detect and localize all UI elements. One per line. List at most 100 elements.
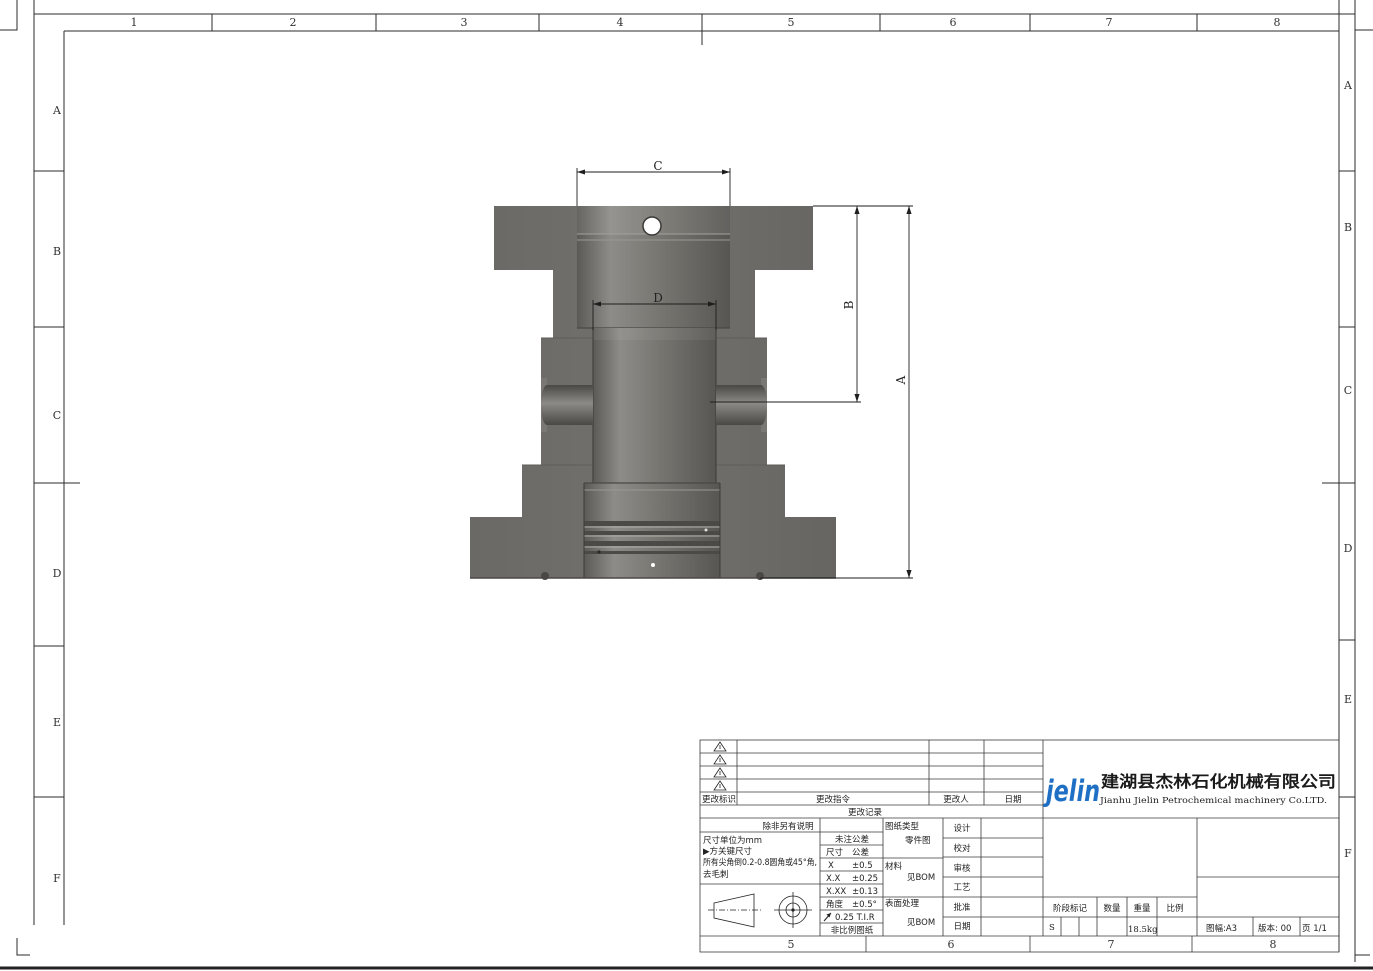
zone-label: 4 <box>617 16 624 29</box>
sheet-format: 图幅:A3 <box>1206 923 1237 934</box>
tolerance-table: 未注公差 尺寸 公差 X ±0.5 X.X ±0.25 X.XX ±0.13 角… <box>826 834 878 936</box>
approval-check: 校对 <box>953 843 971 854</box>
zone-label: 5 <box>788 938 795 951</box>
bottom-notch <box>756 572 764 580</box>
revision-header: 更改标识 更改指令 更改人 日期 更改记录 <box>702 794 1022 818</box>
zone-label: 7 <box>1106 16 1113 29</box>
zone-labels-top: 1 2 3 4 5 6 7 8 <box>131 16 1281 29</box>
revision-triangle-icon <box>713 767 727 778</box>
detail-dot <box>704 528 708 532</box>
zone-label: B <box>53 245 61 258</box>
rev-header-mark: 更改标识 <box>702 794 736 805</box>
weight-label: 重量 <box>1133 903 1151 914</box>
zone-label: 2 <box>290 16 297 29</box>
scale-label: 比例 <box>1166 903 1183 914</box>
zone-labels-right: A B C D E F <box>1343 79 1353 860</box>
tolerance-header: 未注公差 <box>835 834 869 845</box>
note-line: 尺寸单位为mm <box>703 835 762 846</box>
runout-arrow-icon <box>823 912 832 922</box>
drawing-type-label: 图纸类型 <box>885 821 920 832</box>
rev-header-instruction: 更改指令 <box>816 794 851 805</box>
tolerance-value: ±0.25 <box>852 874 878 884</box>
qty-label: 数量 <box>1103 903 1121 914</box>
lower-bore <box>593 328 716 483</box>
surface-value: 见BOM <box>907 918 935 928</box>
general-notes: 尺寸单位为mm ▶方关键尺寸 所有尖角倒0.2-0.8圆角或45°角, 去毛刺 <box>703 835 817 880</box>
side-port-left <box>541 385 593 425</box>
part-view <box>470 206 836 580</box>
approval-process: 工艺 <box>953 883 970 893</box>
company-name-cn: 建湖县杰林石化机械有限公司 <box>1101 772 1336 791</box>
company-logo: jelin <box>1043 774 1100 808</box>
tolerance-value: ±0.5° <box>852 900 877 910</box>
notes-header: 除非另有说明 <box>762 821 813 832</box>
material-value: 见BOM <box>907 873 935 883</box>
zone-label: F <box>1344 847 1352 860</box>
zone-labels-bottom: 5 6 7 8 <box>788 938 1277 951</box>
sheet-page: 页 1/1 <box>1302 924 1327 934</box>
zone-label: E <box>53 716 61 729</box>
not-to-scale: 非比例图纸 <box>831 925 874 936</box>
projection-symbol-icon <box>708 892 812 928</box>
tolerance-size: 角度 <box>826 899 844 910</box>
tolerance-size: X.X <box>826 874 841 884</box>
surface-label: 表面处理 <box>885 898 920 909</box>
rev-record-title: 更改记录 <box>848 807 883 818</box>
zone-labels-left: A B C D E F <box>52 104 62 885</box>
bore-band <box>593 328 716 340</box>
stage-label: 阶段标记 <box>1053 903 1088 914</box>
zone-label: E <box>1344 693 1352 706</box>
approval-design: 设计 <box>953 823 971 834</box>
dimension-label-a: A <box>894 375 908 385</box>
zone-label: A <box>52 104 62 117</box>
company-name-en: Jianhu Jielin Petrochemical machinery Co… <box>1099 796 1327 806</box>
zone-label: D <box>1344 542 1353 555</box>
logo-text: jelin <box>1043 774 1100 808</box>
detail-dot <box>651 563 655 567</box>
tolerance-value: ±0.5 <box>852 861 873 871</box>
rev-header-person: 更改人 <box>943 794 969 805</box>
note-line: 所有尖角倒0.2-0.8圆角或45°角, <box>703 857 817 868</box>
approval-review: 审核 <box>953 863 971 874</box>
sheet-version: 版本: 00 <box>1258 923 1291 934</box>
zone-label: 6 <box>950 16 957 29</box>
drawing-sheet: 1 2 3 4 5 6 7 8 A B C D E F A B C D E F <box>0 0 1373 970</box>
dimension-label-d: D <box>653 291 663 305</box>
note-line: 去毛刺 <box>703 869 729 880</box>
weight-value: 18.5kg <box>1128 925 1158 935</box>
dimension-label-b: B <box>842 300 856 309</box>
zone-label: 8 <box>1270 938 1277 951</box>
dimension-c: C <box>576 159 731 206</box>
sheet-info: 阶段标记 数量 重量 比例 S 18.5kg 图幅:A3 版本: 00 页 1/… <box>1049 903 1327 935</box>
material-label: 材料 <box>885 861 903 872</box>
zone-label: A <box>1343 79 1353 92</box>
zone-label: C <box>1344 384 1352 397</box>
tolerance-col-size: 尺寸 <box>826 847 844 858</box>
tolerance-value: ±0.13 <box>852 887 878 897</box>
tolerance-col-tol: 公差 <box>852 847 869 858</box>
zone-label: 3 <box>461 16 468 29</box>
approval-approve: 批准 <box>953 902 971 913</box>
approval-date: 日期 <box>953 922 970 932</box>
approval-column: 设计 校对 审核 工艺 批准 日期 <box>953 823 971 932</box>
revision-triangle-icon <box>713 754 727 765</box>
bottom-notch <box>541 572 549 580</box>
rev-header-date: 日期 <box>1004 795 1021 805</box>
tolerance-size: X <box>828 861 834 871</box>
zone-label: C <box>53 409 61 422</box>
revision-triangle-icon <box>713 741 727 752</box>
zone-label: F <box>53 872 61 885</box>
zone-label: 6 <box>948 938 955 951</box>
dimension-label-c: C <box>653 159 662 173</box>
zone-label: D <box>53 567 62 580</box>
zone-label: B <box>1344 221 1352 234</box>
cross-hole <box>642 216 662 236</box>
note-line: ▶方关键尺寸 <box>703 846 753 857</box>
zone-label: 7 <box>1108 938 1115 951</box>
revision-triangle-icon <box>713 780 727 791</box>
zone-label: 1 <box>131 16 138 29</box>
zone-label: 8 <box>1274 16 1281 29</box>
runout-value: 0.25 T.I.R <box>835 913 875 923</box>
drawing-info: 图纸类型 零件图 材料 见BOM 表面处理 见BOM <box>885 821 935 928</box>
drawing-type-value: 零件图 <box>905 835 931 846</box>
